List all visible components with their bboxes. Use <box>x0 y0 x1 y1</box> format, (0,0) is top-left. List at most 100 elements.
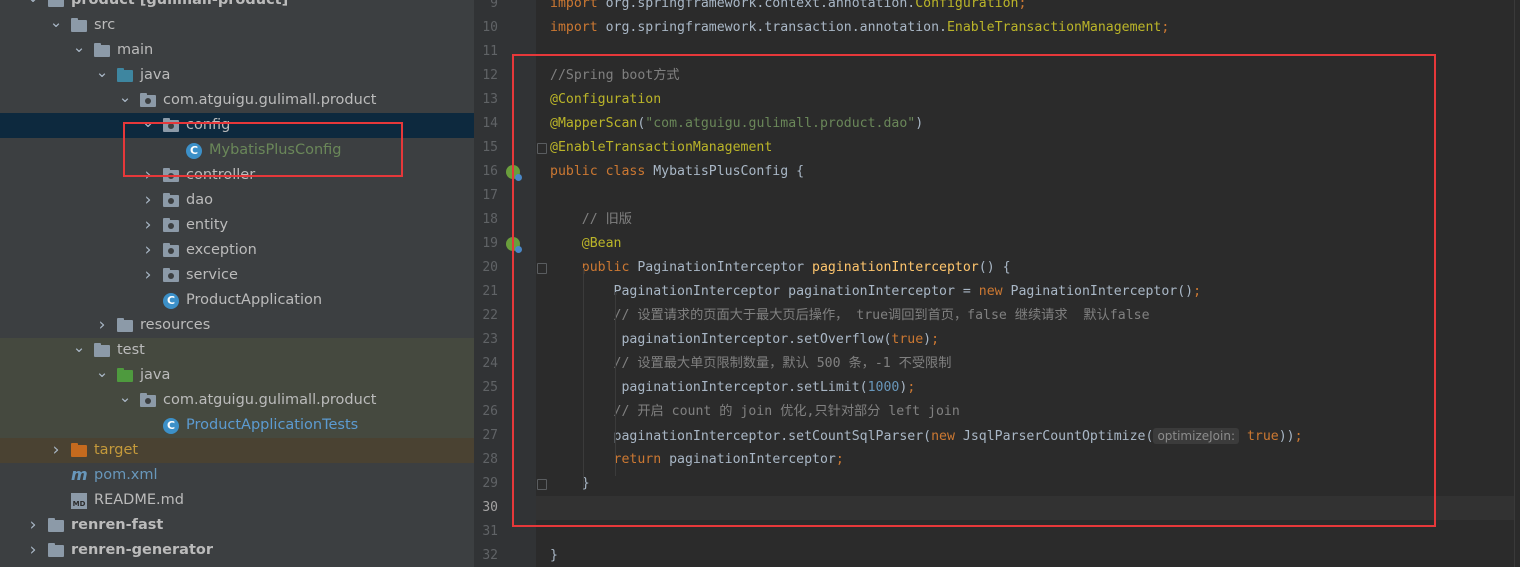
tree-item[interactable]: C ProductApplicationTests <box>0 413 474 438</box>
package-dot-icon <box>168 198 174 204</box>
package-dot-icon <box>168 273 174 279</box>
tree-item-label: renren-generator <box>71 542 213 558</box>
module-icon <box>48 0 64 7</box>
tree-item[interactable]: › exception <box>0 238 474 263</box>
tree-item[interactable]: ⌄ java <box>0 363 474 388</box>
line-number: 19 <box>482 236 498 251</box>
tree-item-label: pom.xml <box>94 467 158 483</box>
chevron-right-icon[interactable]: › <box>26 538 40 563</box>
code-line[interactable]: import org.springframework.context.annot… <box>550 0 1026 16</box>
tree-item[interactable]: C ProductApplication <box>0 288 474 313</box>
code-token: ; <box>1018 0 1027 11</box>
tree-item-label: target <box>94 442 139 458</box>
tree-item[interactable]: › dao <box>0 188 474 213</box>
chevron-down-icon[interactable]: ⌄ <box>72 38 86 63</box>
line-number: 25 <box>482 380 498 395</box>
line-number: 21 <box>482 284 498 299</box>
module-icon <box>48 543 64 557</box>
project-tree-panel: ⌄ product [gulimall-product] ⌄ src ⌄ main ⌄ jav… <box>0 0 474 567</box>
tree-item-label: entity <box>186 217 229 233</box>
tree-item[interactable]: ⌄ src <box>0 13 474 38</box>
code-highlight-box <box>512 54 1436 527</box>
chevron-down-icon[interactable]: ⌄ <box>95 363 109 388</box>
folder-icon <box>94 343 110 357</box>
line-number: 12 <box>482 68 498 83</box>
package-icon <box>140 93 156 107</box>
package-dot-icon <box>168 223 174 229</box>
line-number: 26 <box>482 404 498 419</box>
tree-item[interactable]: ⌄ java <box>0 63 474 88</box>
code-token: import <box>550 0 606 11</box>
tree-item-label: renren-fast <box>71 517 164 533</box>
code-token: import <box>550 20 606 35</box>
tree-item[interactable]: › service <box>0 263 474 288</box>
line-number: 10 <box>482 20 498 35</box>
line-number: 15 <box>482 140 498 155</box>
tree-item[interactable]: › renren-generator <box>0 538 474 563</box>
line-number: 20 <box>482 260 498 275</box>
tree-item-label: test <box>117 342 145 358</box>
chevron-down-icon[interactable]: ⌄ <box>95 63 109 88</box>
tree-item-label: java <box>140 367 171 383</box>
tree-item-label: ProductApplication <box>186 292 323 308</box>
code-line[interactable]: import org.springframework.transaction.a… <box>550 16 1169 40</box>
code-token: EnableTransactionManagement <box>946 20 1162 35</box>
chevron-down-icon[interactable]: ⌄ <box>118 388 132 413</box>
tree-item[interactable]: › target <box>0 438 474 463</box>
line-number: 9 <box>490 0 498 11</box>
tree-item[interactable]: › renren-fast <box>0 513 474 538</box>
line-number: 17 <box>482 188 498 203</box>
code-token: org.springframework.context.annotation. <box>605 0 916 11</box>
line-number: 22 <box>482 308 498 323</box>
package-icon <box>163 193 179 207</box>
tree-item-label: src <box>94 17 116 33</box>
chevron-right-icon[interactable]: › <box>141 263 155 288</box>
code-line[interactable]: } <box>550 544 558 567</box>
line-number: 30 <box>482 500 498 515</box>
line-number: 31 <box>482 524 498 539</box>
tree-item[interactable]: MD README.md <box>0 488 474 513</box>
folder-icon <box>117 318 133 332</box>
tree-item-label: resources <box>140 317 211 333</box>
tree-item[interactable]: ⌄ test <box>0 338 474 363</box>
editor-scrollbar[interactable] <box>1514 0 1520 567</box>
code-token: org.springframework.transaction.annotati… <box>605 20 947 35</box>
module-icon <box>48 518 64 532</box>
tree-item[interactable]: ⌄ com.atguigu.gulimall.product <box>0 388 474 413</box>
chevron-right-icon[interactable]: › <box>141 238 155 263</box>
chevron-right-icon[interactable]: › <box>26 513 40 538</box>
chevron-down-icon[interactable]: ⌄ <box>49 13 63 38</box>
code-token: } <box>550 548 558 563</box>
line-number: 23 <box>482 332 498 347</box>
line-number: 27 <box>482 428 498 443</box>
package-dot-icon <box>145 398 151 404</box>
chevron-right-icon[interactable]: › <box>95 313 109 338</box>
chevron-down-icon[interactable]: ⌄ <box>26 0 40 13</box>
markdown-file-icon: MD <box>71 493 87 509</box>
package-dot-icon <box>168 248 174 254</box>
line-number: 32 <box>482 548 498 563</box>
maven-icon: m <box>71 465 88 484</box>
folder-icon <box>71 18 87 32</box>
chevron-down-icon[interactable]: ⌄ <box>72 338 86 363</box>
tree-item[interactable]: ⌄ product [gulimall-product] <box>0 0 474 13</box>
folder-icon <box>71 443 87 457</box>
tree-item[interactable]: m pom.xml <box>0 463 474 488</box>
chevron-right-icon[interactable]: › <box>141 188 155 213</box>
chevron-down-icon[interactable]: ⌄ <box>118 88 132 113</box>
package-icon <box>163 243 179 257</box>
folder-icon <box>94 43 110 57</box>
tree-item[interactable]: ⌄ main <box>0 38 474 63</box>
tree-item[interactable]: › resources <box>0 313 474 338</box>
chevron-right-icon[interactable]: › <box>141 213 155 238</box>
chevron-right-icon[interactable]: › <box>49 438 63 463</box>
tree-item-label: main <box>117 42 154 58</box>
package-icon <box>140 393 156 407</box>
tree-item[interactable]: ⌄ com.atguigu.gulimall.product <box>0 88 474 113</box>
tree-item[interactable]: › entity <box>0 213 474 238</box>
line-number: 28 <box>482 452 498 467</box>
folder-icon <box>117 368 133 382</box>
tree-item-label: com.atguigu.gulimall.product <box>163 392 377 408</box>
folder-icon <box>117 68 133 82</box>
tree-highlight-box <box>123 122 403 177</box>
